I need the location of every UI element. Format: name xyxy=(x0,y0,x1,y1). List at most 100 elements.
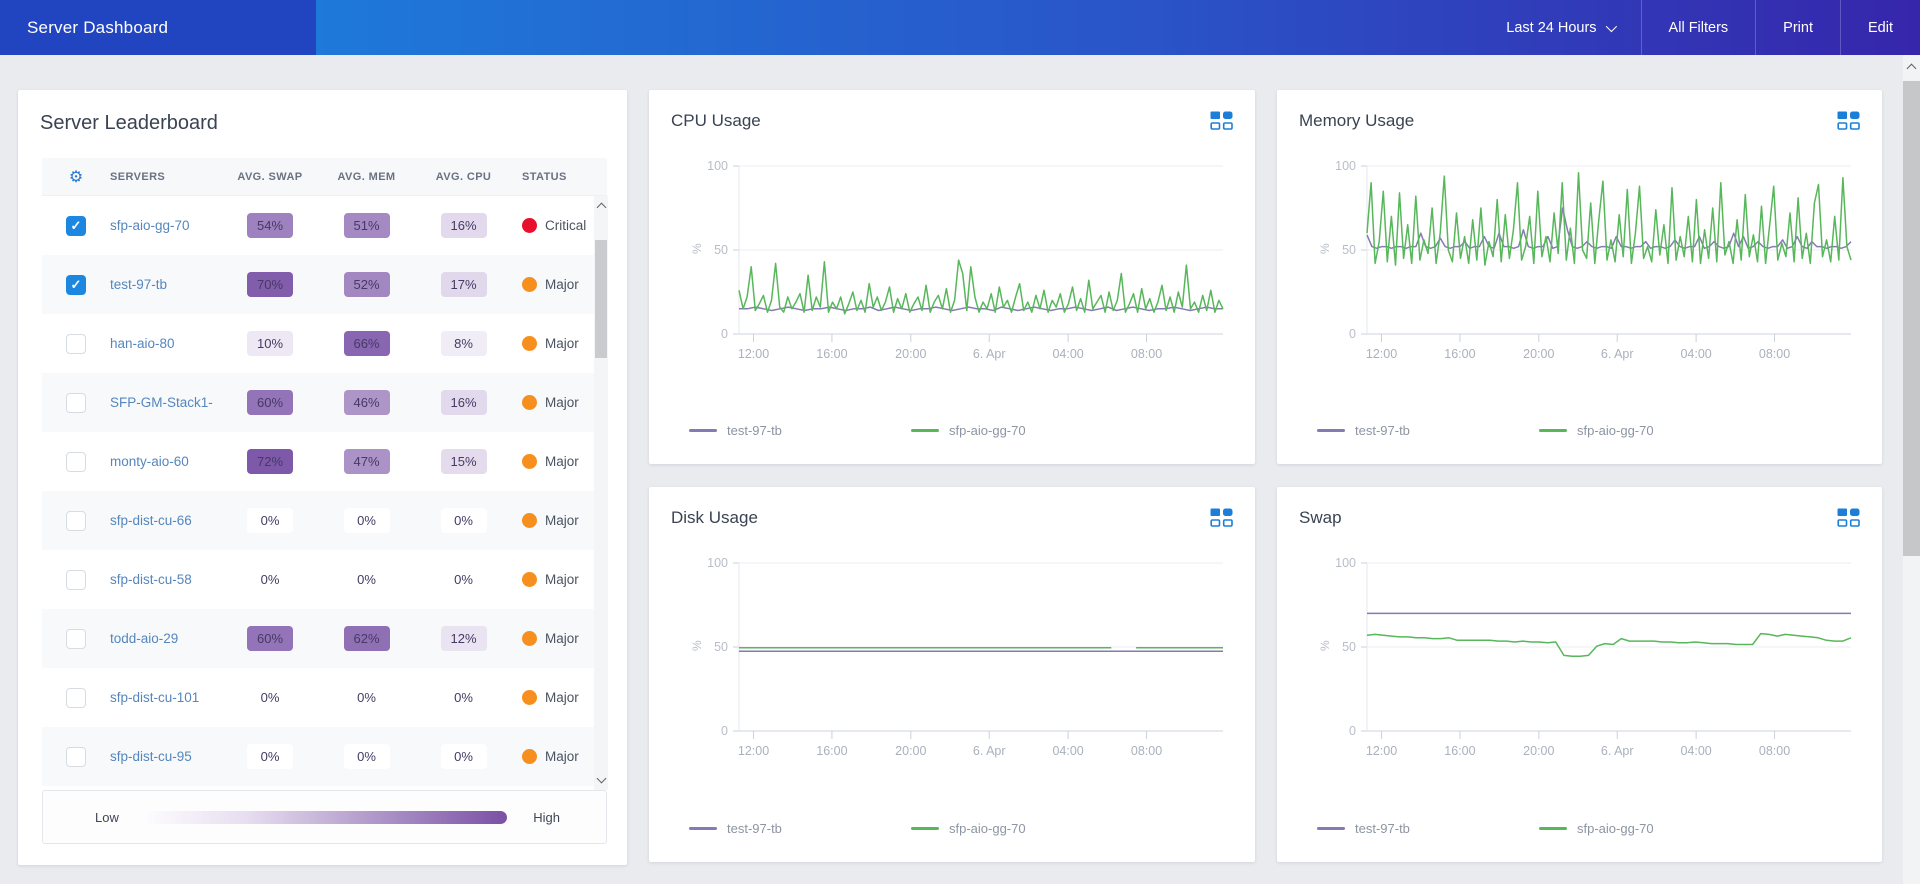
legend-item[interactable]: sfp-aio-gg-70 xyxy=(1539,821,1761,836)
server-link[interactable]: test-97-tb xyxy=(110,277,222,292)
legend-item[interactable]: test-97-tb xyxy=(1317,821,1539,836)
svg-text:6. Apr: 6. Apr xyxy=(1601,744,1634,758)
chart-legend: test-97-tb sfp-aio-gg-70 xyxy=(689,821,1133,836)
svg-text:50: 50 xyxy=(1342,243,1356,257)
svg-text:6. Apr: 6. Apr xyxy=(973,744,1006,758)
avg-swap-badge: 54% xyxy=(247,213,293,238)
table-row: todd-aio-2960%62%12%Major xyxy=(42,609,607,668)
avg-swap-badge: 70% xyxy=(247,272,293,297)
server-link[interactable]: sfp-dist-cu-95 xyxy=(110,749,222,764)
status-label: Major xyxy=(545,336,579,351)
legend-item[interactable]: sfp-aio-gg-70 xyxy=(911,821,1133,836)
page-scrollbar[interactable] xyxy=(1903,55,1920,884)
row-checkbox[interactable] xyxy=(66,747,86,767)
svg-text:08:00: 08:00 xyxy=(1759,744,1790,758)
row-checkbox[interactable] xyxy=(66,334,86,354)
legend-item[interactable]: test-97-tb xyxy=(689,423,911,438)
server-link[interactable]: todd-aio-29 xyxy=(110,631,222,646)
table-row: han-aio-8010%66%8%Major xyxy=(42,314,607,373)
chart-legend: test-97-tb sfp-aio-gg-70 xyxy=(689,423,1133,438)
svg-text:0: 0 xyxy=(1349,327,1356,341)
legend-item[interactable]: sfp-aio-gg-70 xyxy=(911,423,1133,438)
legend-item[interactable]: sfp-aio-gg-70 xyxy=(1539,423,1761,438)
legend-item[interactable]: test-97-tb xyxy=(689,821,911,836)
svg-text:16:00: 16:00 xyxy=(816,347,847,361)
dashboard-content: Server Leaderboard ⚙ SERVERS AVG. SWAP A… xyxy=(0,55,1903,884)
scroll-up-icon[interactable] xyxy=(1907,64,1917,74)
row-checkbox[interactable]: ✓ xyxy=(66,216,86,236)
grid-layout-icon[interactable] xyxy=(1210,111,1233,131)
svg-text:08:00: 08:00 xyxy=(1131,347,1162,361)
svg-text:20:00: 20:00 xyxy=(895,744,926,758)
svg-text:12:00: 12:00 xyxy=(1366,744,1397,758)
status-label: Major xyxy=(545,277,579,292)
avg-mem-badge: 0% xyxy=(344,508,390,533)
row-checkbox[interactable]: ✓ xyxy=(66,275,86,295)
row-checkbox[interactable] xyxy=(66,393,86,413)
svg-text:16:00: 16:00 xyxy=(1444,347,1475,361)
svg-text:0: 0 xyxy=(1349,724,1356,738)
svg-text:50: 50 xyxy=(1342,640,1356,654)
avg-swap-badge: 0% xyxy=(247,567,293,592)
avg-cpu-badge: 8% xyxy=(441,331,487,356)
all-filters-button[interactable]: All Filters xyxy=(1642,0,1756,55)
server-link[interactable]: sfp-dist-cu-58 xyxy=(110,572,222,587)
edit-button[interactable]: Edit xyxy=(1841,0,1920,55)
server-link[interactable]: monty-aio-60 xyxy=(110,454,222,469)
table-scrollbar[interactable] xyxy=(594,196,608,790)
server-link[interactable]: SFP-GM-Stack1- xyxy=(110,395,222,410)
avg-mem-badge: 51% xyxy=(344,213,390,238)
avg-cpu-badge: 0% xyxy=(441,508,487,533)
server-link[interactable]: han-aio-80 xyxy=(110,336,222,351)
row-checkbox[interactable] xyxy=(66,570,86,590)
avg-cpu-badge: 16% xyxy=(441,213,487,238)
table-header-row: ⚙ SERVERS AVG. SWAP AVG. MEM AVG. CPU ST… xyxy=(42,158,607,196)
avg-cpu-badge: 12% xyxy=(441,626,487,651)
chevron-down-icon xyxy=(1605,20,1616,31)
legend-swatch xyxy=(1539,827,1567,831)
grid-layout-icon[interactable] xyxy=(1837,508,1860,528)
row-checkbox[interactable] xyxy=(66,688,86,708)
status-dot xyxy=(522,277,537,292)
app-title-block: Server Dashboard xyxy=(0,0,316,55)
svg-text:20:00: 20:00 xyxy=(895,347,926,361)
legend-item[interactable]: test-97-tb xyxy=(1317,423,1539,438)
svg-text:04:00: 04:00 xyxy=(1680,347,1711,361)
top-navigation-bar: Server Dashboard Last 24 Hours All Filte… xyxy=(0,0,1920,55)
status-label: Major xyxy=(545,690,579,705)
panel-title: Disk Usage xyxy=(671,508,758,528)
server-link[interactable]: sfp-aio-gg-70 xyxy=(110,218,222,233)
legend-label: test-97-tb xyxy=(727,821,782,836)
svg-text:0: 0 xyxy=(721,724,728,738)
svg-text:16:00: 16:00 xyxy=(816,744,847,758)
time-range-dropdown[interactable]: Last 24 Hours xyxy=(1479,0,1640,55)
avg-cpu-badge: 15% xyxy=(441,449,487,474)
row-checkbox[interactable] xyxy=(66,452,86,472)
grid-layout-icon[interactable] xyxy=(1837,111,1860,131)
svg-text:%: % xyxy=(1318,640,1332,651)
avg-swap-badge: 10% xyxy=(247,331,293,356)
print-button[interactable]: Print xyxy=(1756,0,1840,55)
scroll-up-icon[interactable] xyxy=(596,203,606,213)
row-checkbox[interactable] xyxy=(66,511,86,531)
svg-text:04:00: 04:00 xyxy=(1052,744,1083,758)
status-dot xyxy=(522,631,537,646)
legend-label: test-97-tb xyxy=(727,423,782,438)
swap-chart: 050100%12:0016:0020:006. Apr04:0008:00 xyxy=(1295,547,1865,779)
leaderboard-table: ⚙ SERVERS AVG. SWAP AVG. MEM AVG. CPU ST… xyxy=(42,158,607,790)
svg-text:100: 100 xyxy=(707,556,728,570)
scrollbar-thumb[interactable] xyxy=(595,240,607,358)
avg-swap-badge: 60% xyxy=(247,390,293,415)
status-label: Major xyxy=(545,513,579,528)
scrollbar-thumb[interactable] xyxy=(1903,81,1920,556)
server-link[interactable]: sfp-dist-cu-66 xyxy=(110,513,222,528)
svg-text:6. Apr: 6. Apr xyxy=(1601,347,1634,361)
server-link[interactable]: sfp-dist-cu-101 xyxy=(110,690,222,705)
cpu-usage-panel: CPU Usage 050100%12:0016:0020:006. Apr04… xyxy=(649,90,1255,464)
row-checkbox[interactable] xyxy=(66,629,86,649)
legend-label: sfp-aio-gg-70 xyxy=(949,821,1026,836)
grid-layout-icon[interactable] xyxy=(1210,508,1233,528)
svg-text:50: 50 xyxy=(714,640,728,654)
scroll-down-icon[interactable] xyxy=(596,774,606,784)
settings-gear-icon[interactable]: ⚙ xyxy=(42,167,110,187)
